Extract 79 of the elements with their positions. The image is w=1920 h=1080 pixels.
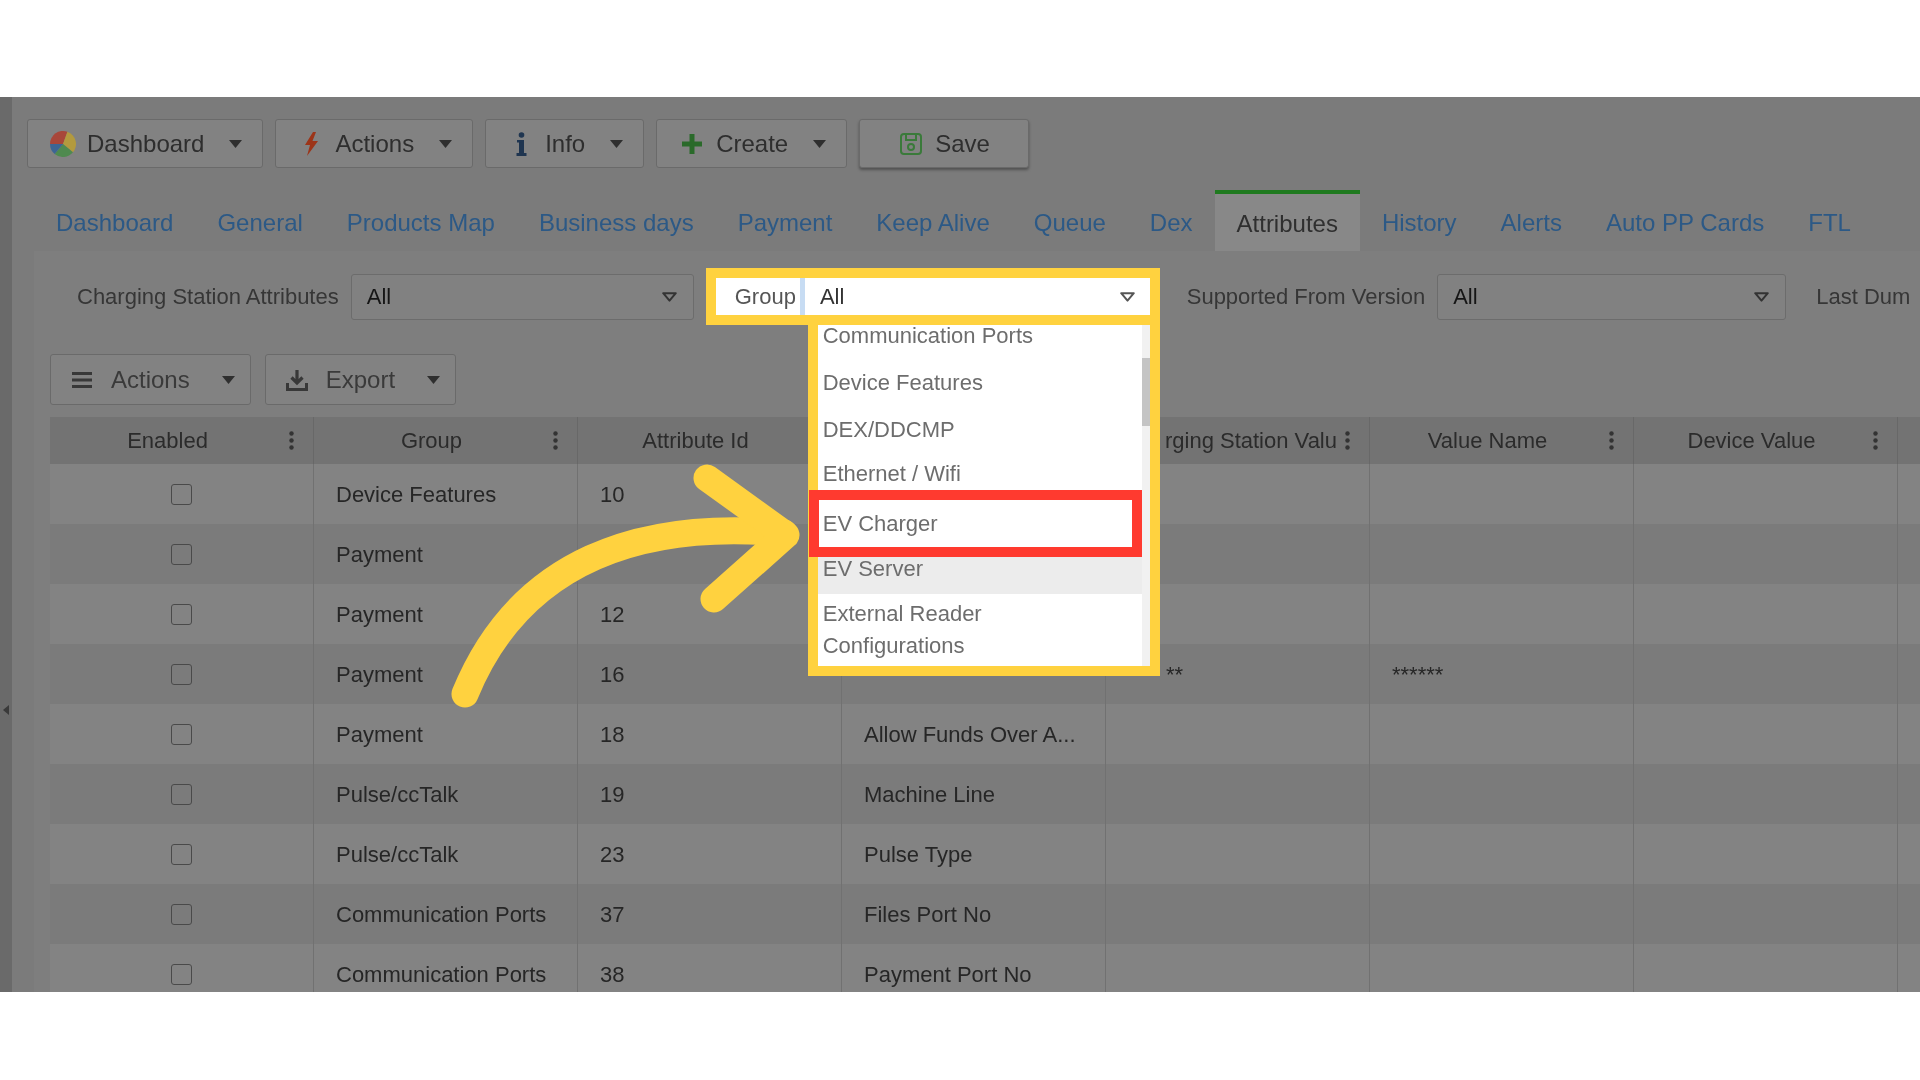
select-field[interactable]: All [350, 273, 694, 320]
table-cell-text: Payment [336, 540, 423, 569]
table-cell-text: 38 [600, 960, 625, 989]
select-field[interactable]: All [804, 278, 1150, 315]
scrollbar-thumb[interactable] [1141, 358, 1150, 426]
checkbox[interactable] [171, 903, 192, 925]
dropdown-button[interactable]: Dashboard [27, 119, 264, 168]
filter-label: Charging Station Attributes [77, 283, 339, 311]
table-cell-text: Device Features [336, 480, 497, 509]
checkbox[interactable] [171, 783, 192, 805]
checkbox[interactable] [171, 603, 192, 625]
table-cell-text: 37 [600, 900, 625, 929]
caret-icon [439, 139, 453, 148]
vertical-dots-icon[interactable] [553, 431, 558, 450]
checkbox[interactable] [171, 663, 192, 685]
save-icon [900, 132, 923, 155]
table-cell-text: Communication Ports [336, 960, 547, 989]
table-cell-text: ** [1166, 660, 1184, 689]
lightning-icon [303, 131, 320, 156]
menu-icon [72, 371, 92, 388]
checkbox[interactable] [171, 723, 192, 745]
vertical-dots-icon[interactable] [289, 431, 294, 450]
table-cell-text: Files Port No [864, 900, 992, 929]
toolbar-button[interactable]: Save [859, 119, 1029, 168]
dropdown-button[interactable]: Info [485, 119, 645, 168]
column-title: Enabled [127, 427, 208, 455]
caret-icon [221, 375, 235, 384]
checkbox[interactable] [171, 483, 192, 505]
table-cell-text: 18 [600, 720, 625, 749]
checkbox[interactable] [171, 543, 192, 565]
select-field[interactable]: All [1437, 273, 1787, 320]
checkbox[interactable] [171, 843, 192, 865]
dropdown-button[interactable]: Actions [275, 119, 474, 168]
vertical-dots-icon[interactable] [1609, 431, 1614, 450]
table-cell-text: 16 [600, 660, 625, 689]
table-cell-text: Payment [336, 660, 423, 689]
table-cell-text: Pulse/ccTalk [336, 840, 459, 869]
caret-icon [661, 291, 677, 302]
filter-label: Supported From Version [1186, 283, 1426, 311]
filter-label: Last Dum [1816, 283, 1911, 311]
dropdown-button[interactable]: Actions [50, 354, 251, 405]
caret-icon [1754, 291, 1770, 302]
checkbox[interactable] [171, 963, 192, 985]
dropdown-button[interactable]: Export [264, 354, 457, 405]
table-cell-text: Allow Funds Over A... [864, 720, 1076, 749]
table-cell-text: Pulse/ccTalk [336, 780, 459, 809]
column-title: rging Station Valu [1164, 427, 1337, 455]
table-cell-text: Communication Ports [336, 900, 547, 929]
pie-chart-icon [50, 130, 76, 157]
table-cell-text: 23 [600, 840, 625, 869]
column-title: Value Name [1427, 427, 1548, 455]
table-cell-text: Payment [336, 720, 423, 749]
table-cell-text: 19 [600, 780, 625, 809]
column-title: Group [400, 427, 463, 455]
caret-icon [813, 139, 827, 148]
table-cell-text: 10 [600, 480, 625, 509]
column-title: Attribute Id [642, 427, 749, 455]
table-cell-text: Pulse Type [864, 840, 973, 869]
download-icon [285, 368, 308, 391]
vertical-dots-icon[interactable] [1345, 431, 1350, 450]
dropdown-option[interactable]: EV Server [817, 557, 1142, 594]
left-triangle-icon[interactable] [3, 705, 9, 715]
caret-icon [610, 139, 624, 148]
table-cell-text: Machine Line [864, 780, 995, 809]
info-icon [515, 131, 527, 156]
tab[interactable]: Attributes [1214, 190, 1360, 251]
plus-icon [682, 133, 703, 154]
table-cell-text: Payment [336, 600, 423, 629]
caret-icon [229, 139, 243, 148]
vertical-dots-icon[interactable] [1873, 431, 1878, 450]
caret-icon [1119, 291, 1135, 302]
dropdown-button[interactable]: Create [656, 119, 848, 168]
column-title: Device Value [1687, 427, 1816, 455]
filter-label: Group [733, 283, 796, 311]
table-cell-text: 12 [600, 600, 625, 629]
table-cell-text: Payment Port No [864, 960, 1032, 989]
caret-icon [427, 375, 441, 384]
dropdown-option[interactable]: EV Charger [808, 490, 1142, 557]
table-cell-text: ****** [1392, 660, 1444, 689]
